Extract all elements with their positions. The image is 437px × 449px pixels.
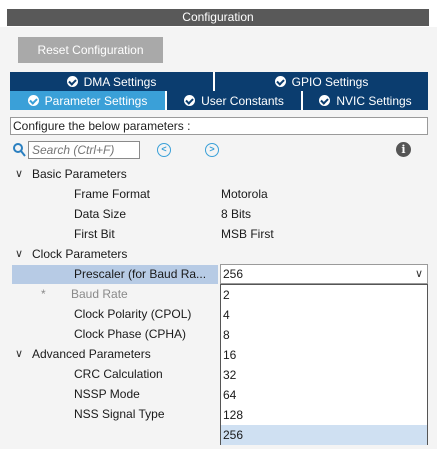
group-clock-parameters[interactable]: ∨ Clock Parameters xyxy=(0,244,437,264)
search-input[interactable] xyxy=(28,141,140,159)
dropdown-option[interactable]: 8 xyxy=(221,325,427,345)
tab-label: GPIO Settings xyxy=(291,74,369,89)
tabs-row-top: DMA Settings GPIO Settings xyxy=(10,72,428,91)
configure-description: Configure the below parameters : xyxy=(10,117,428,135)
info-icon[interactable]: i xyxy=(396,142,411,157)
param-value: Motorola xyxy=(221,187,268,201)
param-name: CRC Calculation xyxy=(74,367,163,381)
title-bar: Configuration xyxy=(0,0,437,27)
dropdown-option[interactable]: 128 xyxy=(221,405,427,425)
param-row-frame-format[interactable]: Frame Format Motorola xyxy=(0,184,437,204)
param-row-data-size[interactable]: Data Size 8 Bits xyxy=(0,204,437,224)
tab-label: Parameter Settings xyxy=(44,93,148,108)
param-value: 8 Bits xyxy=(221,207,252,221)
tab-label: DMA Settings xyxy=(83,74,157,89)
dropdown-option[interactable]: 16 xyxy=(221,345,427,365)
group-label: Basic Parameters xyxy=(32,167,127,181)
group-label: Clock Parameters xyxy=(32,247,128,261)
check-circle-icon xyxy=(184,95,196,106)
param-name: Frame Format xyxy=(74,187,151,201)
search-next-icon[interactable]: > xyxy=(205,143,219,157)
tab-parameter-settings[interactable]: Parameter Settings xyxy=(10,91,167,110)
param-value: MSB First xyxy=(221,227,274,241)
tab-user-constants[interactable]: User Constants xyxy=(167,91,303,110)
dropdown-option[interactable]: 64 xyxy=(221,385,427,405)
prescaler-select[interactable]: 256 ∨ xyxy=(220,264,428,284)
param-name: NSSP Mode xyxy=(74,387,140,401)
dropdown-option[interactable]: 32 xyxy=(221,365,427,385)
dropdown-option[interactable]: 2 xyxy=(221,285,427,305)
read-only-marker: * xyxy=(41,287,46,301)
tab-dma-settings[interactable]: DMA Settings xyxy=(10,72,215,91)
chevron-down-icon[interactable]: ∨ xyxy=(15,164,27,184)
param-name: Baud Rate xyxy=(71,287,128,301)
param-name: First Bit xyxy=(74,227,115,241)
param-row-first-bit[interactable]: First Bit MSB First xyxy=(0,224,437,244)
tab-gpio-settings[interactable]: GPIO Settings xyxy=(215,72,428,91)
search-icon xyxy=(13,143,26,157)
param-name: NSS Signal Type xyxy=(74,407,165,421)
tab-label: User Constants xyxy=(201,93,284,108)
param-name: Prescaler (for Baud Ra... xyxy=(74,267,207,281)
tabs-row-bottom: Parameter Settings User Constants NVIC S… xyxy=(10,91,428,110)
check-circle-icon xyxy=(319,95,331,106)
chevron-down-icon[interactable]: ∨ xyxy=(15,244,27,264)
select-value: 256 xyxy=(223,267,244,281)
param-name: Data Size xyxy=(74,207,127,221)
reset-configuration-button[interactable]: Reset Configuration xyxy=(18,37,163,63)
window-title: Configuration xyxy=(7,9,429,26)
group-basic-parameters[interactable]: ∨ Basic Parameters xyxy=(0,164,437,184)
dropdown-option-selected[interactable]: 256 xyxy=(221,425,427,445)
prescaler-dropdown-list[interactable]: 2 4 8 16 32 64 128 256 xyxy=(220,284,428,445)
chevron-down-icon[interactable]: ∨ xyxy=(15,344,27,364)
check-circle-icon xyxy=(66,76,78,87)
param-name: Clock Phase (CPHA) xyxy=(74,327,187,341)
tab-nvic-settings[interactable]: NVIC Settings xyxy=(303,91,428,110)
dropdown-option[interactable]: 4 xyxy=(221,305,427,325)
group-label: Advanced Parameters xyxy=(32,347,151,361)
param-name: Clock Polarity (CPOL) xyxy=(74,307,192,321)
search-previous-icon[interactable]: < xyxy=(157,143,171,157)
check-circle-icon xyxy=(27,95,39,106)
chevron-down-icon[interactable]: ∨ xyxy=(415,265,423,283)
check-circle-icon xyxy=(274,76,286,87)
tab-label: NVIC Settings xyxy=(336,93,412,108)
